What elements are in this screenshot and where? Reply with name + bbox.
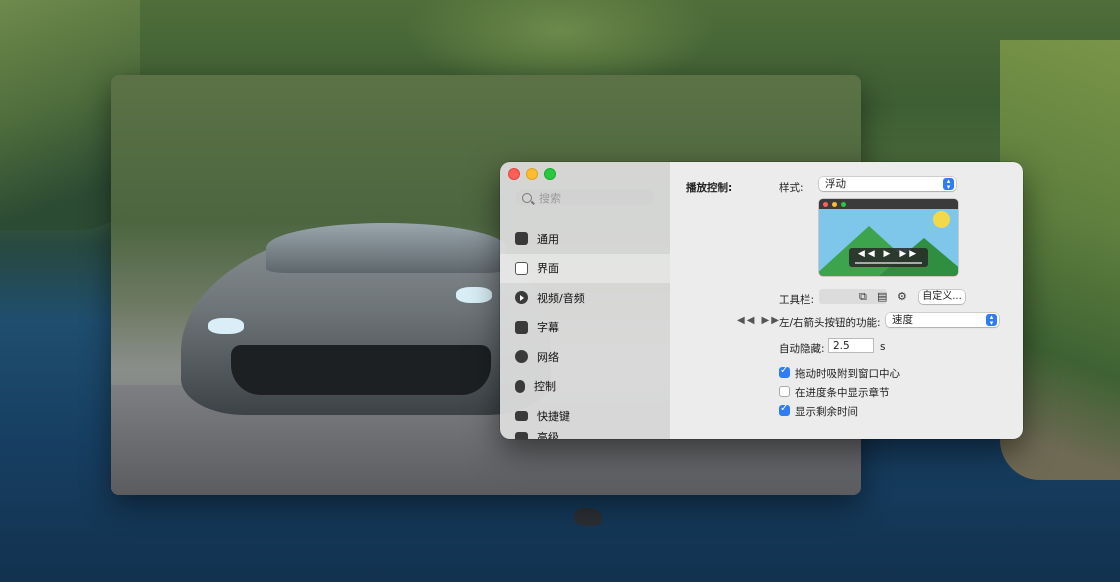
toolbar-label: 工具栏:	[779, 294, 815, 306]
search-field[interactable]: 搜索	[516, 190, 654, 205]
preview-playback-icons: ◀◀ ▶ ▶▶	[857, 249, 920, 259]
wallpaper-rock	[574, 508, 602, 526]
preview-maximize-dot	[841, 202, 846, 207]
sidebar-item-subtitles[interactable]: 字幕	[500, 313, 670, 343]
preferences-window: 搜索 通用 界面 视频/音频 字幕 网络 控制 快捷键 高级 播放控制: 样式:…	[500, 162, 1023, 439]
sidebar-item-label: 字幕	[537, 321, 559, 335]
close-button[interactable]	[508, 168, 520, 180]
video-frame-headlight-right	[456, 287, 492, 303]
preferences-content: 播放控制: 样式: 浮动 ▴ ▾ ◀◀ ▶ ▶▶ 工具栏: ⧉ ▤ ⚙ 自定义..…	[670, 162, 1023, 439]
auto-hide-label: 自动隐藏:	[779, 343, 825, 355]
show-chapters-checkbox[interactable]	[779, 386, 790, 397]
arrow-function-popup[interactable]: 速度 ▴ ▾	[886, 313, 999, 327]
snap-to-center-label: 拖动时吸附到窗口中心	[795, 368, 900, 380]
preview-progress-bar	[855, 262, 922, 264]
auto-hide-unit: s	[880, 341, 886, 353]
playlist-icon: ▤	[877, 290, 888, 303]
preview-sun-icon	[933, 211, 950, 228]
preview-titlebar	[819, 199, 958, 209]
sidebar-item-label: 快捷键	[537, 409, 570, 423]
arrow-function-value: 速度	[892, 314, 913, 326]
video-frame-headlight-left	[208, 318, 244, 334]
subtitle-icon	[515, 320, 528, 334]
show-remaining-time-label: 显示剩余时间	[795, 406, 858, 418]
sidebar-item-advanced[interactable]: 高级	[500, 430, 670, 440]
popup-arrows-icon: ▴ ▾	[986, 314, 997, 327]
sidebar-nav: 通用 界面 视频/音频 字幕 网络 控制 快捷键 高级	[500, 224, 670, 439]
sidebar-item-video-audio[interactable]: 视频/音频	[500, 283, 670, 313]
snap-to-center-checkbox[interactable]	[779, 365, 790, 378]
style-popup[interactable]: 浮动 ▴ ▾	[819, 177, 956, 191]
pip-icon: ⧉	[859, 290, 867, 303]
sidebar-item-label: 网络	[537, 350, 559, 364]
sidebar-item-shortcuts[interactable]: 快捷键	[500, 401, 670, 431]
sidebar-item-network[interactable]: 网络	[500, 342, 670, 372]
mouse-icon	[515, 379, 525, 393]
preferences-sidebar: 搜索 通用 界面 视频/音频 字幕 网络 控制 快捷键 高级	[500, 162, 670, 439]
keyboard-icon	[515, 410, 528, 421]
preview-close-dot	[823, 202, 828, 207]
search-icon	[522, 192, 532, 203]
play-icon	[515, 291, 528, 305]
auto-hide-input[interactable]: 2.5	[828, 338, 874, 353]
section-label: 播放控制:	[686, 182, 733, 194]
minimize-button[interactable]	[526, 168, 538, 180]
style-label: 样式:	[779, 182, 804, 194]
search-placeholder: 搜索	[539, 191, 561, 205]
sidebar-item-label: 高级	[537, 430, 559, 440]
gear-icon: ⚙	[897, 290, 907, 303]
video-frame-grille	[231, 345, 491, 395]
style-preview-image: ◀◀ ▶ ▶▶	[819, 199, 958, 276]
maximize-button[interactable]	[544, 168, 556, 180]
style-popup-value: 浮动	[825, 178, 846, 190]
preview-control-bar: ◀◀ ▶ ▶▶	[849, 248, 928, 267]
sidebar-item-label: 通用	[537, 232, 559, 246]
sidebar-item-label: 控制	[534, 380, 556, 394]
show-remaining-time-checkbox[interactable]	[779, 403, 790, 416]
interface-icon	[515, 261, 528, 275]
sidebar-item-general[interactable]: 通用	[500, 224, 670, 254]
window-controls	[508, 168, 556, 180]
popup-arrows-icon: ▴ ▾	[943, 178, 954, 191]
globe-icon	[515, 350, 528, 364]
sidebar-item-label: 视频/音频	[537, 291, 585, 305]
arrow-function-label: 左/右箭头按钮的功能:	[779, 317, 881, 329]
preview-minimize-dot	[832, 202, 837, 207]
sidebar-item-label: 界面	[537, 262, 559, 276]
show-chapters-label: 在进度条中显示章节	[795, 387, 890, 399]
advanced-icon	[515, 431, 528, 439]
sidebar-item-interface[interactable]: 界面	[500, 253, 670, 283]
arrow-buttons-icon: ◀◀ ▶▶	[737, 315, 781, 326]
video-frame-windshield	[266, 223, 506, 273]
customize-button[interactable]: 自定义...	[919, 290, 965, 304]
sidebar-item-control[interactable]: 控制	[500, 372, 670, 402]
general-icon	[515, 232, 528, 246]
